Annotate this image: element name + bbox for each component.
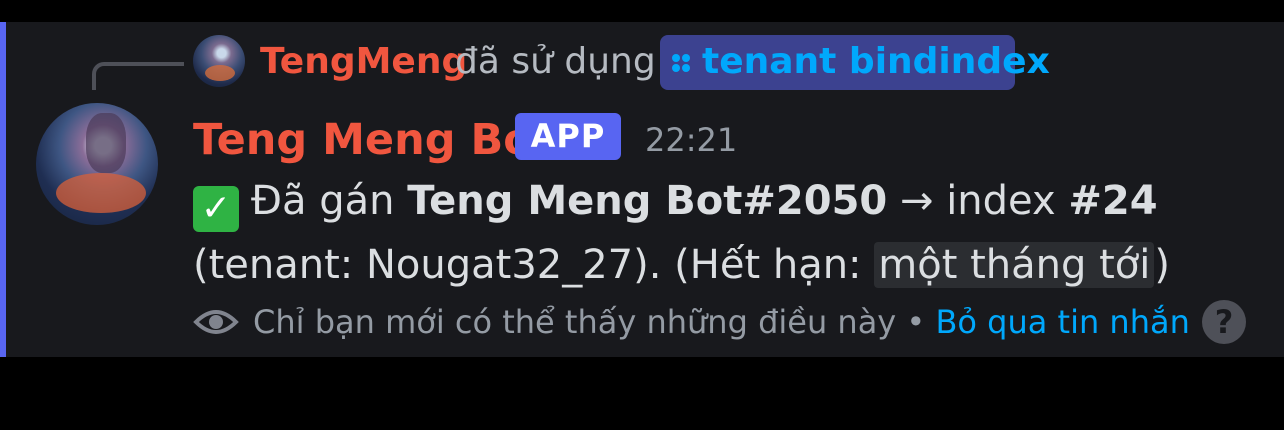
command-icon [672, 54, 690, 72]
author-avatar[interactable] [36, 103, 158, 225]
command-label: tenant bindindex [702, 41, 1050, 82]
white-check-mark-icon: ✓ [193, 186, 239, 232]
top-bar [0, 0, 1284, 22]
reply-avatar[interactable] [193, 35, 245, 87]
reply-username[interactable]: TengMeng [260, 40, 467, 84]
app-badge: APP [515, 113, 621, 160]
ephemeral-notice: Chỉ bạn mới có thể thấy những điều này [253, 303, 897, 341]
arrow-index-text: → index [887, 178, 1069, 224]
command-mention[interactable]: tenant bindindex [660, 35, 1050, 90]
reply-verb: đã sử dụng [455, 41, 656, 82]
dismiss-message-link[interactable]: Bỏ qua tin nhắn [935, 303, 1189, 341]
message-line-1: ✓ Đã gán Teng Meng Bot#2050 → index #24 [193, 176, 1158, 232]
ephemeral-footer: Chỉ bạn mới có thể thấy những điều này •… [253, 300, 1190, 344]
author-name[interactable]: Teng Meng Bot [193, 114, 553, 166]
expiry-timestamp[interactable]: một tháng tới [874, 242, 1155, 288]
reply-connector [92, 62, 184, 90]
eye-icon [193, 310, 239, 334]
message-line-2: (tenant: Nougat32_27). (Hết hạn: một thá… [193, 240, 1170, 290]
assign-prefix: Đã gán [251, 178, 408, 224]
tenant-text: (tenant: Nougat32_27). (Hết hạn: [193, 242, 875, 288]
close-paren: ) [1154, 242, 1170, 288]
message-timestamp[interactable]: 22:21 [645, 118, 737, 162]
bot-identifier: Teng Meng Bot#2050 [407, 178, 888, 224]
index-value: #24 [1068, 178, 1158, 224]
help-icon[interactable]: ? [1202, 300, 1246, 344]
ephemeral-message: TengMeng đã sử dụng tenant bindindex Ten… [0, 22, 1284, 357]
footer-separator: • [896, 303, 936, 341]
highlight-accent-bar [0, 22, 6, 357]
